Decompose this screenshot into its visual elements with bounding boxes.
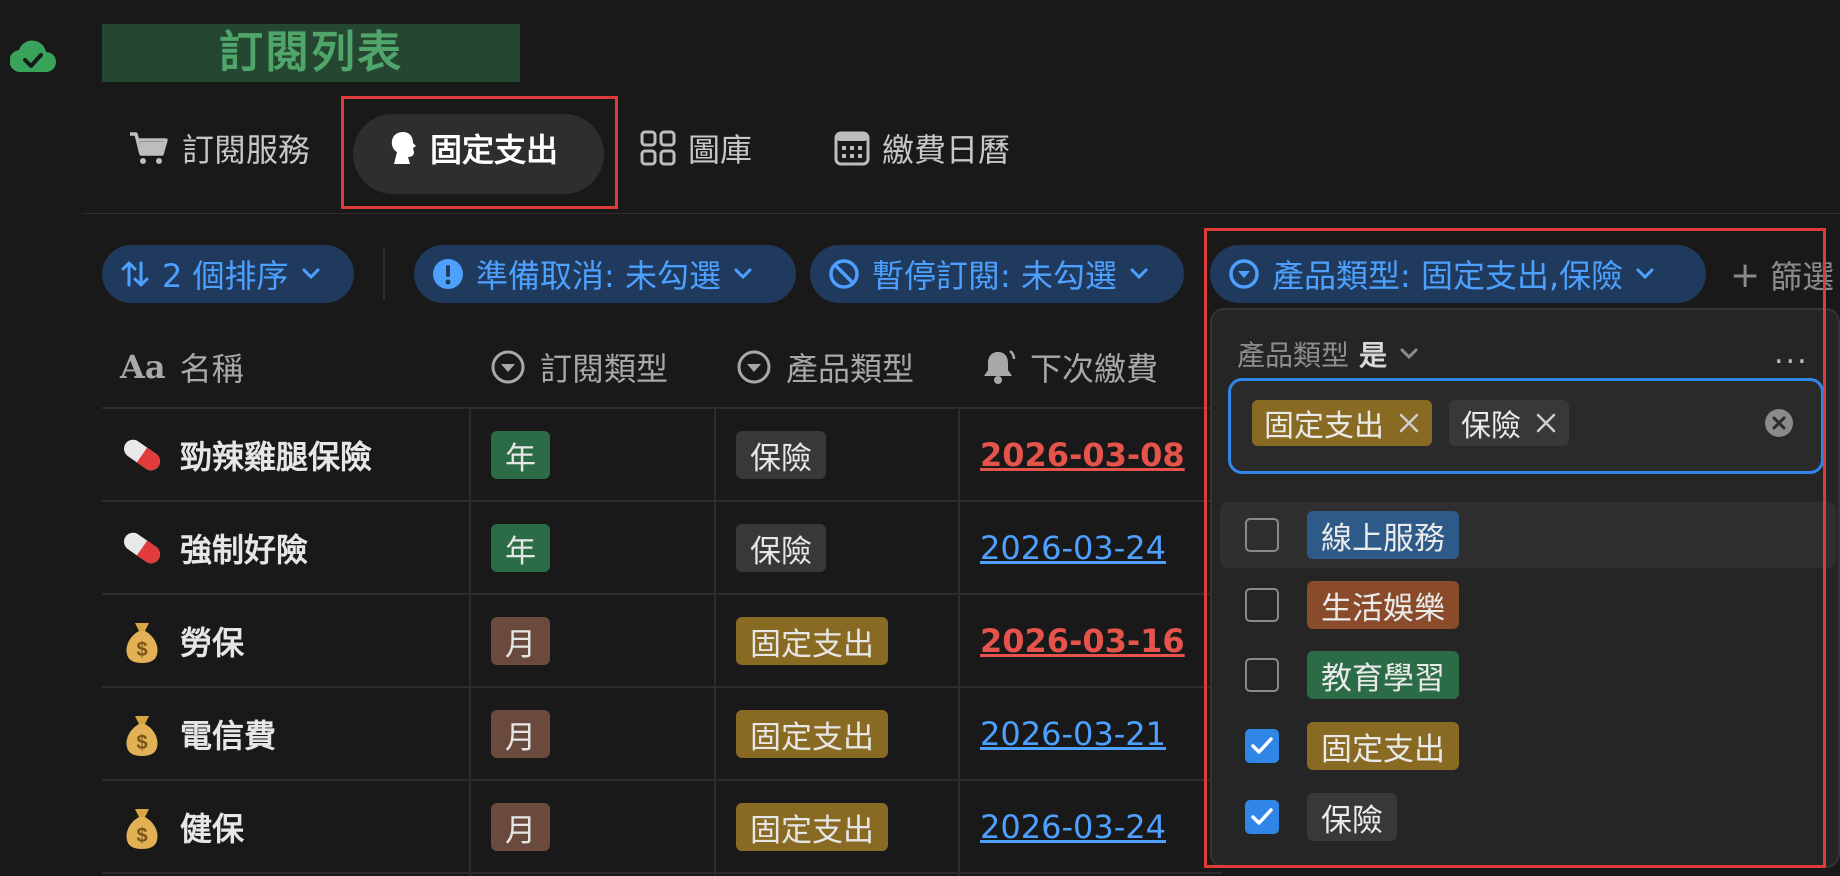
row-divider xyxy=(102,872,1222,874)
column-header-label: 訂閱類型 xyxy=(540,350,669,388)
product-type-tag: 固定支出 xyxy=(736,617,888,665)
money-bag-icon: $ xyxy=(118,710,166,758)
row-divider xyxy=(102,779,1222,781)
column-divider xyxy=(958,408,960,876)
highlight-box-popover xyxy=(1204,228,1826,868)
calendar-icon xyxy=(834,130,870,166)
subscription-type-tag: 年 xyxy=(491,524,550,572)
chip-separator xyxy=(383,248,385,300)
subscription-type-tag: 月 xyxy=(491,617,550,665)
row-name-label: 電信費 xyxy=(180,717,277,755)
select-circle-icon xyxy=(736,349,772,385)
svg-text:$: $ xyxy=(136,825,147,847)
product-type-tag: 固定支出 xyxy=(736,803,888,851)
money-bag-icon: $ xyxy=(118,803,166,851)
row-divider xyxy=(102,593,1222,595)
chevron-down-icon xyxy=(301,267,321,281)
cloud-check-icon[interactable] xyxy=(10,38,56,74)
column-divider xyxy=(469,408,471,876)
filter-chip-cancel-ready[interactable]: 準備取消: 未勾選 xyxy=(414,245,796,303)
row-name-label: 健保 xyxy=(180,810,245,848)
column-header-label: 下次繳費 xyxy=(1030,350,1159,388)
page-title: 訂閱列表 xyxy=(102,24,520,82)
column-header-label: 產品類型 xyxy=(786,350,915,388)
product-type-tag: 保險 xyxy=(736,524,826,572)
tab-label: 繳費日曆 xyxy=(882,131,1011,169)
sort-chip-label: 2 個排序 xyxy=(162,257,289,295)
select-circle-icon xyxy=(490,349,526,385)
row-divider xyxy=(102,686,1222,688)
row-divider xyxy=(102,500,1222,502)
column-header-name[interactable]: Aa 名稱 xyxy=(120,340,244,394)
table-row-name[interactable]: $ 電信費 xyxy=(118,704,276,764)
subscription-type-tag: 月 xyxy=(491,710,550,758)
money-bag-icon: $ xyxy=(118,617,166,665)
column-header-label: 名稱 xyxy=(179,350,244,388)
chevron-down-icon xyxy=(1129,267,1149,281)
cart-icon xyxy=(128,130,170,166)
tab-payment-calendar[interactable]: 繳費日曆 xyxy=(834,104,1010,192)
app-root: 訂閱列表 訂閱服務 固定支出 圖庫 繳費日曆 2 個排序 準備取消: 未勾選 暫… xyxy=(0,0,1840,876)
alert-circle-icon xyxy=(432,258,464,290)
next-payment-date[interactable]: 2026-03-08 xyxy=(980,428,1185,482)
sort-arrows-icon xyxy=(120,259,150,289)
prohibited-icon xyxy=(828,258,860,290)
row-name-label: 勞保 xyxy=(180,624,245,662)
table-row-name[interactable]: 強制好險 xyxy=(118,518,308,578)
text-property-icon: Aa xyxy=(120,348,166,386)
tabs-divider xyxy=(82,213,1840,214)
tab-label: 訂閱服務 xyxy=(182,131,311,169)
table-row-name[interactable]: $ 健保 xyxy=(118,797,244,857)
tab-label: 圖庫 xyxy=(688,131,753,169)
svg-text:$: $ xyxy=(136,732,147,754)
column-header-subscription-type[interactable]: 訂閱類型 xyxy=(490,340,668,394)
table-row-name[interactable]: $ 勞保 xyxy=(118,611,244,671)
header-divider xyxy=(102,407,1222,409)
row-name-label: 強制好險 xyxy=(180,531,309,569)
next-payment-date[interactable]: 2026-03-24 xyxy=(980,521,1166,575)
table-row-name[interactable]: 勁辣雞腿保險 xyxy=(118,425,372,485)
bell-ringing-icon xyxy=(980,348,1016,386)
filter-chip-label: 準備取消: 未勾選 xyxy=(476,257,721,295)
gallery-grid-icon xyxy=(640,130,676,166)
svg-text:$: $ xyxy=(136,639,147,661)
pill-icon xyxy=(118,524,166,572)
sort-chip[interactable]: 2 個排序 xyxy=(102,245,354,303)
pill-icon xyxy=(118,431,166,479)
row-name-label: 勁辣雞腿保險 xyxy=(180,438,373,476)
filter-chip-paused[interactable]: 暫停訂閱: 未勾選 xyxy=(810,245,1184,303)
subscription-type-tag: 月 xyxy=(491,803,550,851)
chevron-down-icon xyxy=(733,267,753,281)
next-payment-date[interactable]: 2026-03-24 xyxy=(980,800,1166,854)
tab-gallery[interactable]: 圖庫 xyxy=(640,104,752,192)
product-type-tag: 固定支出 xyxy=(736,710,888,758)
highlight-box-tab xyxy=(341,96,618,209)
product-type-tag: 保險 xyxy=(736,431,826,479)
column-divider xyxy=(714,408,716,876)
filter-chip-label: 暫停訂閱: 未勾選 xyxy=(872,257,1117,295)
column-header-next-payment[interactable]: 下次繳費 xyxy=(980,340,1158,394)
tab-subscription-service[interactable]: 訂閱服務 xyxy=(128,104,310,192)
next-payment-date[interactable]: 2026-03-21 xyxy=(980,707,1166,761)
column-header-product-type[interactable]: 產品類型 xyxy=(736,340,914,394)
next-payment-date[interactable]: 2026-03-16 xyxy=(980,614,1185,668)
subscription-type-tag: 年 xyxy=(491,431,550,479)
